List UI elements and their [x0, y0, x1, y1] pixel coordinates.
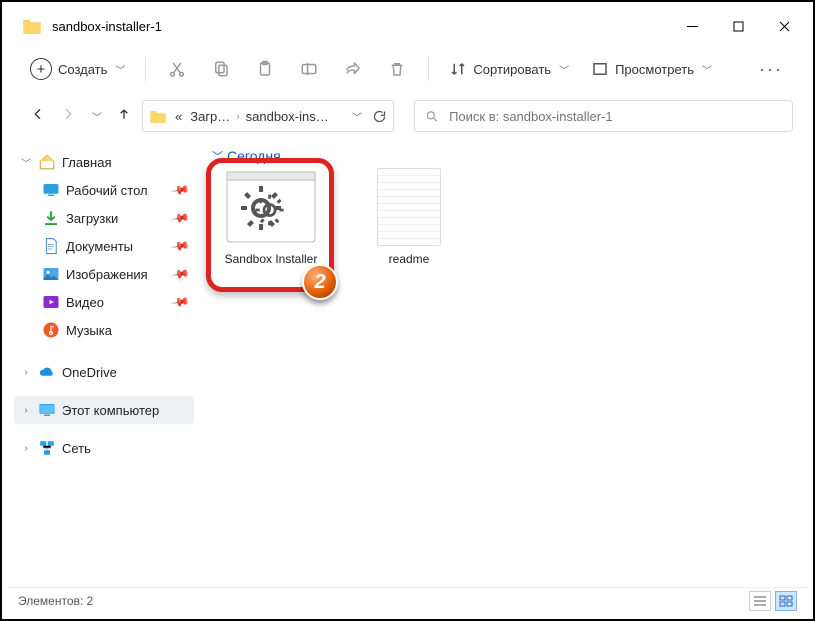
pin-icon: 📌 — [170, 208, 190, 228]
chevron-down-icon[interactable]: ﹀ — [20, 155, 32, 170]
trash-icon — [388, 60, 406, 78]
search-icon — [425, 109, 439, 124]
view-button[interactable]: Просмотреть ﹀ — [583, 54, 720, 84]
sidebar-onedrive[interactable]: ›OneDrive — [14, 358, 194, 386]
desktop-icon — [42, 181, 60, 199]
sort-icon — [449, 60, 467, 78]
share-button[interactable] — [334, 54, 372, 84]
titlebar: sandbox-installer-1 — [8, 8, 807, 44]
pin-icon: 📌 — [170, 292, 190, 312]
rename-button[interactable] — [290, 54, 328, 84]
pin-icon: 📌 — [170, 264, 190, 284]
search-box[interactable] — [414, 100, 793, 132]
search-input[interactable] — [447, 108, 782, 125]
paste-button[interactable] — [246, 54, 284, 84]
more-button[interactable]: ··· — [749, 53, 793, 86]
sidebar: ﹀ Главная Рабочий стол📌 Загрузки📌 Докуме… — [8, 138, 200, 587]
file-sandbox-installer[interactable]: 2 — [216, 168, 326, 266]
file-pane[interactable]: ﹀ Сегодня 2 — [200, 138, 807, 587]
cut-button[interactable] — [158, 54, 196, 84]
picture-icon — [42, 265, 60, 283]
copy-icon — [212, 60, 230, 78]
view-icon — [591, 60, 609, 78]
window-title: sandbox-installer-1 — [52, 19, 669, 34]
annotation-step-badge: 2 — [302, 264, 338, 300]
copy-button[interactable] — [202, 54, 240, 84]
sidebar-network[interactable]: ›Сеть — [14, 434, 194, 462]
sort-button[interactable]: Сортировать ﹀ — [441, 54, 577, 84]
refresh-icon[interactable] — [372, 109, 387, 124]
music-icon — [42, 321, 60, 339]
delete-button[interactable] — [378, 54, 416, 84]
history-dropdown[interactable]: ﹀ — [92, 109, 102, 124]
chevron-right-icon[interactable]: › — [20, 405, 32, 416]
breadcrumb-part[interactable]: Загр… — [188, 109, 232, 124]
share-icon — [344, 60, 362, 78]
up-button[interactable] — [116, 106, 132, 127]
document-icon — [42, 237, 60, 255]
file-label: readme — [389, 252, 430, 266]
cloud-icon — [38, 363, 56, 381]
video-icon — [42, 293, 60, 311]
rename-icon — [300, 60, 318, 78]
sidebar-music[interactable]: Музыка — [14, 316, 194, 344]
sidebar-documents[interactable]: Документы📌 — [14, 232, 194, 260]
pin-icon: 📌 — [170, 180, 190, 200]
address-bar[interactable]: « Загр… › sandbox-ins… ﹀ — [142, 100, 394, 132]
download-icon — [42, 209, 60, 227]
sidebar-videos[interactable]: Видео📌 — [14, 288, 194, 316]
plus-icon: + — [30, 58, 52, 80]
chevron-right-icon[interactable]: › — [20, 367, 32, 378]
chevron-down-icon: ﹀ — [559, 62, 569, 77]
back-button[interactable] — [30, 106, 46, 127]
maximize-button[interactable] — [715, 8, 761, 44]
clipboard-icon — [256, 60, 274, 78]
sidebar-pictures[interactable]: Изображения📌 — [14, 260, 194, 288]
sidebar-desktop[interactable]: Рабочий стол📌 — [14, 176, 194, 204]
network-icon — [38, 439, 56, 457]
sidebar-thispc[interactable]: ›Этот компьютер — [14, 396, 194, 424]
wsb-file-icon — [223, 168, 319, 246]
chevron-down-icon: ﹀ — [702, 62, 712, 77]
folder-icon — [22, 18, 42, 34]
close-button[interactable] — [761, 8, 807, 44]
sidebar-home[interactable]: ﹀ Главная — [14, 148, 194, 176]
new-button[interactable]: + Создать ﹀ — [22, 52, 133, 86]
text-file-icon — [361, 168, 457, 246]
breadcrumb-part[interactable]: sandbox-ins… — [244, 109, 331, 124]
item-count: 2 — [87, 594, 94, 608]
folder-icon — [149, 109, 167, 123]
navigation-row: ﹀ « Загр… › sandbox-ins… ﹀ — [8, 94, 807, 138]
chevron-down-icon: ﹀ — [115, 62, 125, 77]
file-readme[interactable]: readme — [354, 168, 464, 266]
breadcrumb-dropdown[interactable]: ﹀ — [352, 109, 362, 124]
details-view-button[interactable] — [749, 591, 771, 611]
status-bar: Элементов: 2 — [8, 587, 807, 613]
item-count-label: Элементов: — [18, 594, 83, 608]
chevron-right-icon: › — [236, 111, 239, 122]
home-icon — [38, 153, 56, 171]
minimize-button[interactable] — [669, 8, 715, 44]
forward-button[interactable] — [60, 106, 76, 127]
breadcrumb-prefix: « — [173, 109, 184, 124]
icons-view-button[interactable] — [775, 591, 797, 611]
pc-icon — [38, 401, 56, 419]
toolbar: + Создать ﹀ Сортировать ﹀ Просмотреть ﹀ — [8, 44, 807, 94]
sidebar-downloads[interactable]: Загрузки📌 — [14, 204, 194, 232]
chevron-right-icon[interactable]: › — [20, 443, 32, 454]
pin-icon: 📌 — [170, 236, 190, 256]
scissors-icon — [168, 60, 186, 78]
